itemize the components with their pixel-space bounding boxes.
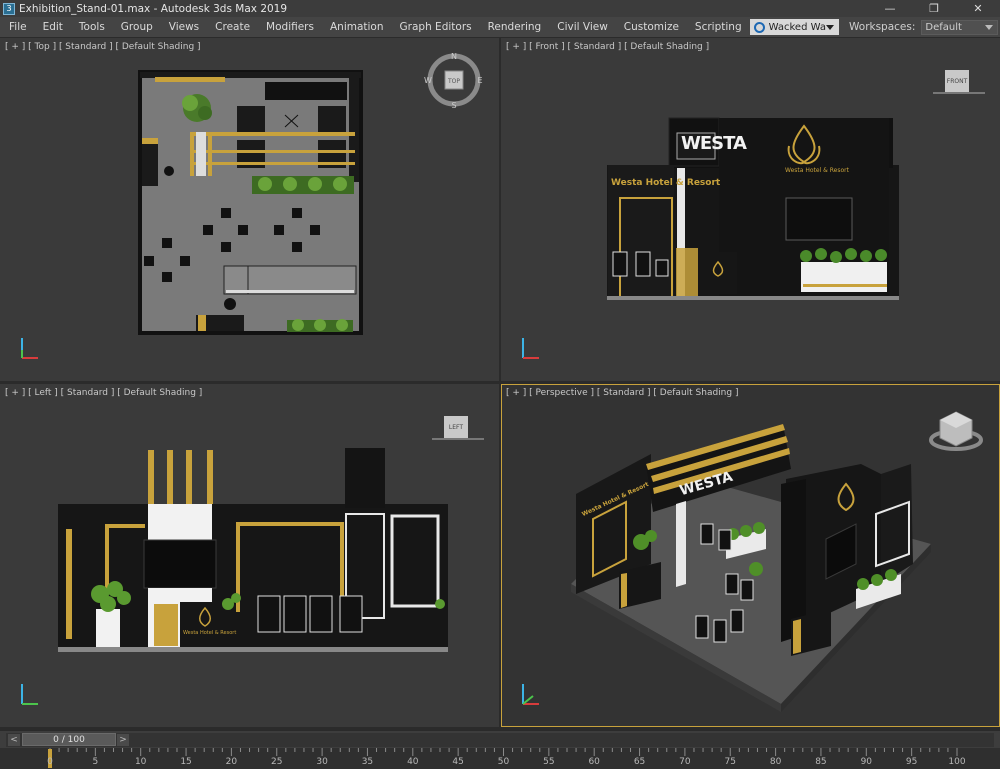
minimize-button[interactable]: — bbox=[868, 0, 912, 17]
axis-tripod bbox=[522, 338, 539, 359]
front-logo-caption: Westa Hotel & Resort bbox=[785, 167, 849, 174]
track-tick-label: 75 bbox=[724, 757, 736, 767]
menu-edit[interactable]: Edit bbox=[35, 21, 71, 33]
menu-tools[interactable]: Tools bbox=[71, 21, 113, 33]
user-name: Wacked Wa bbox=[768, 21, 826, 33]
left-logo-caption: Westa Hotel & Resort bbox=[183, 630, 237, 636]
track-tick-label: 85 bbox=[815, 757, 827, 767]
menu-create[interactable]: Create bbox=[207, 21, 258, 33]
restore-button[interactable]: ❐ bbox=[912, 0, 956, 17]
time-slider-next-button[interactable]: > bbox=[117, 734, 129, 746]
viewcube-face-label: FRONT bbox=[945, 70, 969, 92]
menu-rendering[interactable]: Rendering bbox=[480, 21, 550, 33]
viewcube-left[interactable]: LEFT bbox=[432, 416, 484, 444]
menu-customize[interactable]: Customize bbox=[616, 21, 687, 33]
track-tick-label: 5 bbox=[92, 757, 99, 767]
track-tick-label: 25 bbox=[271, 757, 283, 767]
viewport-top[interactable]: [ + ] [ Top ] [ Standard ] [ Default Sha… bbox=[0, 38, 499, 381]
compass-w: W bbox=[424, 76, 432, 85]
chevron-down-icon bbox=[826, 24, 834, 30]
menu-civil-view[interactable]: Civil View bbox=[549, 21, 616, 33]
track-tick-label: 40 bbox=[407, 757, 419, 767]
workspaces-label: Workspaces: bbox=[849, 21, 916, 33]
workspaces-select[interactable]: Default bbox=[921, 19, 998, 35]
track-tick-label: 50 bbox=[497, 757, 510, 767]
track-tick-label: 0 bbox=[47, 757, 53, 767]
viewcube-front[interactable]: FRONT bbox=[933, 70, 985, 98]
menu-views[interactable]: Views bbox=[161, 21, 207, 33]
menu-animation[interactable]: Animation bbox=[322, 21, 392, 33]
track-tick-label: 95 bbox=[905, 757, 918, 767]
title-bar: 3 Exhibition_Stand-01.max - Autodesk 3ds… bbox=[0, 0, 1000, 17]
track-tick-label: 55 bbox=[543, 757, 555, 767]
viewcube-compass[interactable]: N S E W TOP bbox=[424, 50, 484, 110]
compass-n: N bbox=[451, 52, 457, 61]
menu-file[interactable]: File bbox=[0, 21, 35, 33]
track-tick-label: 45 bbox=[452, 757, 464, 767]
axis-tripod bbox=[21, 684, 38, 705]
track-tick-label: 10 bbox=[134, 757, 147, 767]
user-icon bbox=[753, 21, 765, 33]
viewport-front[interactable]: [ + ] [ Front ] [ Standard ] [ Default S… bbox=[501, 38, 1000, 381]
track-tick-label: 60 bbox=[588, 757, 600, 767]
viewcube-face-label: TOP bbox=[447, 78, 460, 85]
track-tick-label: 90 bbox=[860, 757, 873, 767]
chevron-down-icon bbox=[985, 24, 993, 30]
menu-group[interactable]: Group bbox=[113, 21, 161, 33]
track-tick-label: 65 bbox=[633, 757, 646, 767]
track-tick-label: 70 bbox=[679, 757, 691, 767]
close-button[interactable]: ✕ bbox=[956, 0, 1000, 17]
menu-bar: File Edit Tools Group Views Create Modif… bbox=[0, 17, 1000, 37]
left-view-drawing bbox=[58, 448, 448, 652]
axis-tripod bbox=[522, 684, 539, 705]
viewcube-perspective[interactable] bbox=[926, 406, 986, 456]
front-sign-hotel: Westa Hotel & Resort bbox=[611, 178, 721, 188]
user-account-dropdown[interactable]: Wacked Wa bbox=[749, 19, 839, 35]
track-tick-label: 80 bbox=[769, 757, 782, 767]
axis-tripod bbox=[21, 338, 38, 359]
app-icon: 3 bbox=[3, 2, 15, 15]
time-slider-track[interactable] bbox=[6, 733, 994, 747]
viewcube-face-label: LEFT bbox=[444, 416, 468, 438]
viewport-perspective[interactable]: [ + ] [ Perspective ] [ Standard ] [ Def… bbox=[501, 384, 1000, 727]
track-tick-label: 35 bbox=[361, 757, 374, 767]
compass-e: E bbox=[477, 76, 482, 85]
track-bar[interactable]: 0 5 10 15 20 25 30 35 40 45 50 55 60 65 70 75 80 85 90 95 10… bbox=[0, 748, 1000, 769]
menu-modifiers[interactable]: Modifiers bbox=[258, 21, 322, 33]
window-title: Exhibition_Stand-01.max - Autodesk 3ds M… bbox=[19, 2, 288, 15]
front-view-drawing bbox=[607, 117, 899, 300]
menu-graph-editors[interactable]: Graph Editors bbox=[392, 21, 480, 33]
compass-s: S bbox=[451, 101, 456, 110]
track-tick-label: 100 bbox=[948, 757, 966, 767]
track-tick-label: 15 bbox=[180, 757, 192, 767]
time-slider-prev-button[interactable]: < bbox=[8, 734, 20, 746]
track-tick-label: 20 bbox=[225, 757, 238, 767]
front-sign-westa: WESTA bbox=[681, 133, 747, 154]
track-tick-label: 30 bbox=[316, 757, 328, 767]
viewport-left[interactable]: [ + ] [ Left ] [ Standard ] [ Default Sh… bbox=[0, 384, 499, 727]
workspaces-value: Default bbox=[925, 21, 962, 33]
time-slider: < 0 / 100 > bbox=[0, 730, 1000, 748]
menu-scripting[interactable]: Scripting bbox=[687, 21, 750, 33]
time-slider-thumb[interactable]: 0 / 100 bbox=[22, 733, 116, 746]
